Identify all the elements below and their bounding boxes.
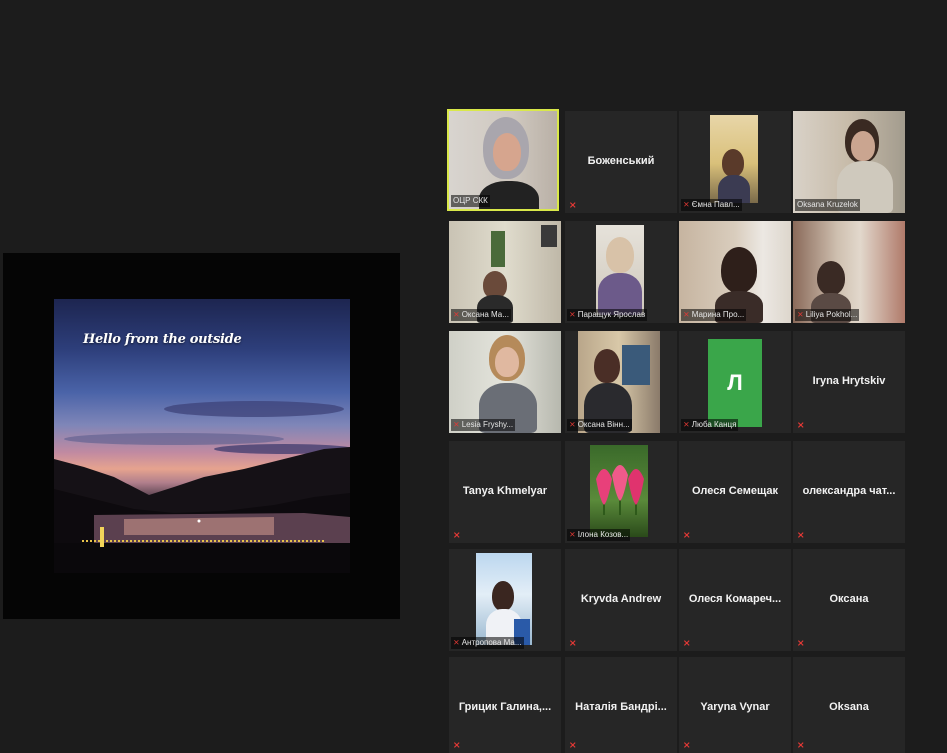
zoom-meeting-window: Hello from the outside ОЦР СКК Боженськи…: [0, 0, 947, 753]
participant-name: Олеся Семещак: [691, 485, 779, 497]
participant-video: [578, 331, 660, 433]
mic-muted-icon: ⨯: [683, 310, 690, 319]
participant-tile[interactable]: олександра чат... ⨯: [793, 441, 905, 543]
participant-name-label: ⨯ Lesia Fryshy...: [451, 419, 516, 431]
mic-muted-icon: ⨯: [569, 200, 577, 210]
mic-muted-icon: ⨯: [569, 740, 577, 750]
participant-name: Наталія Бандрі...: [575, 701, 667, 713]
mic-muted-icon: ⨯: [797, 530, 805, 540]
slide-title: Hello from the outside: [83, 332, 242, 347]
mic-muted-icon: ⨯: [453, 530, 461, 540]
participant-name: олександра чат...: [802, 485, 896, 497]
mic-muted-icon: ⨯: [569, 638, 577, 648]
participant-video: [590, 445, 648, 537]
participant-tile[interactable]: ⨯ Ілона Козов...: [565, 441, 677, 543]
participant-tile[interactable]: Боженський ⨯: [565, 111, 677, 213]
mic-muted-icon: ⨯: [797, 310, 804, 319]
participant-tile[interactable]: ⨯ Оксана Вінн...: [565, 331, 677, 433]
mic-muted-icon: ⨯: [797, 740, 805, 750]
mic-muted-icon: ⨯: [683, 420, 690, 429]
participant-tile[interactable]: Tanya Khmelyar ⨯: [449, 441, 561, 543]
participant-avatar: Л: [708, 339, 762, 427]
mic-muted-icon: ⨯: [569, 530, 576, 539]
mic-muted-icon: ⨯: [453, 420, 460, 429]
participant-video: [710, 115, 758, 203]
participant-tile[interactable]: ⨯ Lesia Fryshy...: [449, 331, 561, 433]
participant-name-label: Oksana Kruzelok: [795, 199, 860, 211]
participant-tile[interactable]: Л ⨯ Люба Канця: [679, 331, 791, 433]
participant-name: Iryna Hrytskiv: [812, 375, 886, 387]
participant-tile[interactable]: Kryvda Andrew ⨯: [565, 549, 677, 651]
participant-name: Олеся Комареч...: [688, 593, 782, 605]
mic-muted-icon: ⨯: [453, 310, 460, 319]
participant-name: Оксана: [829, 593, 869, 605]
participant-tile[interactable]: ОЦР СКК: [447, 109, 559, 211]
participant-name: Yaryna Vynar: [700, 701, 770, 713]
mic-muted-icon: ⨯: [683, 530, 691, 540]
participant-name-label: ⨯ Паращук Ярослав: [567, 309, 648, 321]
participant-name-label: ⨯ Ємна Павл...: [681, 199, 742, 211]
participant-name-label: ⨯ Ілона Козов...: [567, 529, 631, 541]
mic-muted-icon: ⨯: [453, 740, 461, 750]
participant-tile[interactable]: ⨯ Оксана Ма...: [449, 221, 561, 323]
participant-name-label: ОЦР СКК: [451, 195, 490, 207]
participant-video: [476, 553, 532, 645]
participant-name-label: ⨯ Люба Канця: [681, 419, 739, 431]
participant-tile[interactable]: ⨯ Марина Про...: [679, 221, 791, 323]
participant-tile[interactable]: Оксана ⨯: [793, 549, 905, 651]
shared-screen[interactable]: Hello from the outside: [3, 253, 400, 619]
mic-muted-icon: ⨯: [453, 638, 460, 647]
participant-tile[interactable]: Олеся Семещак ⨯: [679, 441, 791, 543]
participant-name: Kryvda Andrew: [580, 593, 662, 605]
participant-tile[interactable]: Oksana Kruzelok: [793, 111, 905, 213]
participant-tile[interactable]: ⨯ Liliya Pokhol...: [793, 221, 905, 323]
participant-tile[interactable]: Наталія Бандрі... ⨯: [565, 657, 677, 753]
participant-name: Oksana: [829, 701, 869, 713]
mic-muted-icon: ⨯: [569, 310, 576, 319]
participant-video: [596, 225, 644, 315]
participant-name-label: ⨯ Антропова Ма...: [451, 637, 524, 649]
participant-tile[interactable]: ⨯ Антропова Ма...: [449, 549, 561, 651]
mic-muted-icon: ⨯: [797, 638, 805, 648]
participant-name: Грицик Галина,...: [458, 701, 552, 713]
participant-name-label: ⨯ Оксана Ма...: [451, 309, 511, 321]
participant-tile[interactable]: ⨯ Паращук Ярослав: [565, 221, 677, 323]
participant-tile[interactable]: Грицик Галина,... ⨯: [449, 657, 561, 753]
flower-image: [596, 465, 644, 515]
participant-tile[interactable]: Oksana ⨯: [793, 657, 905, 753]
participant-name-label: ⨯ Оксана Вінн...: [567, 419, 632, 431]
shared-slide: Hello from the outside: [54, 299, 350, 573]
mic-muted-icon: ⨯: [683, 200, 690, 209]
participant-tile[interactable]: ⨯ Ємна Павл...: [679, 111, 791, 213]
mic-muted-icon: ⨯: [569, 420, 576, 429]
participant-tile[interactable]: Yaryna Vynar ⨯: [679, 657, 791, 753]
mic-muted-icon: ⨯: [683, 638, 691, 648]
participant-tile[interactable]: Олеся Комареч... ⨯: [679, 549, 791, 651]
participant-name-label: ⨯ Марина Про...: [681, 309, 747, 321]
participant-tile[interactable]: Iryna Hrytskiv ⨯: [793, 331, 905, 433]
participant-name: Боженський: [587, 155, 655, 167]
mic-muted-icon: ⨯: [683, 740, 691, 750]
participant-name: Tanya Khmelyar: [462, 485, 548, 497]
mic-muted-icon: ⨯: [797, 420, 805, 430]
participant-name-label: ⨯ Liliya Pokhol...: [795, 309, 860, 321]
